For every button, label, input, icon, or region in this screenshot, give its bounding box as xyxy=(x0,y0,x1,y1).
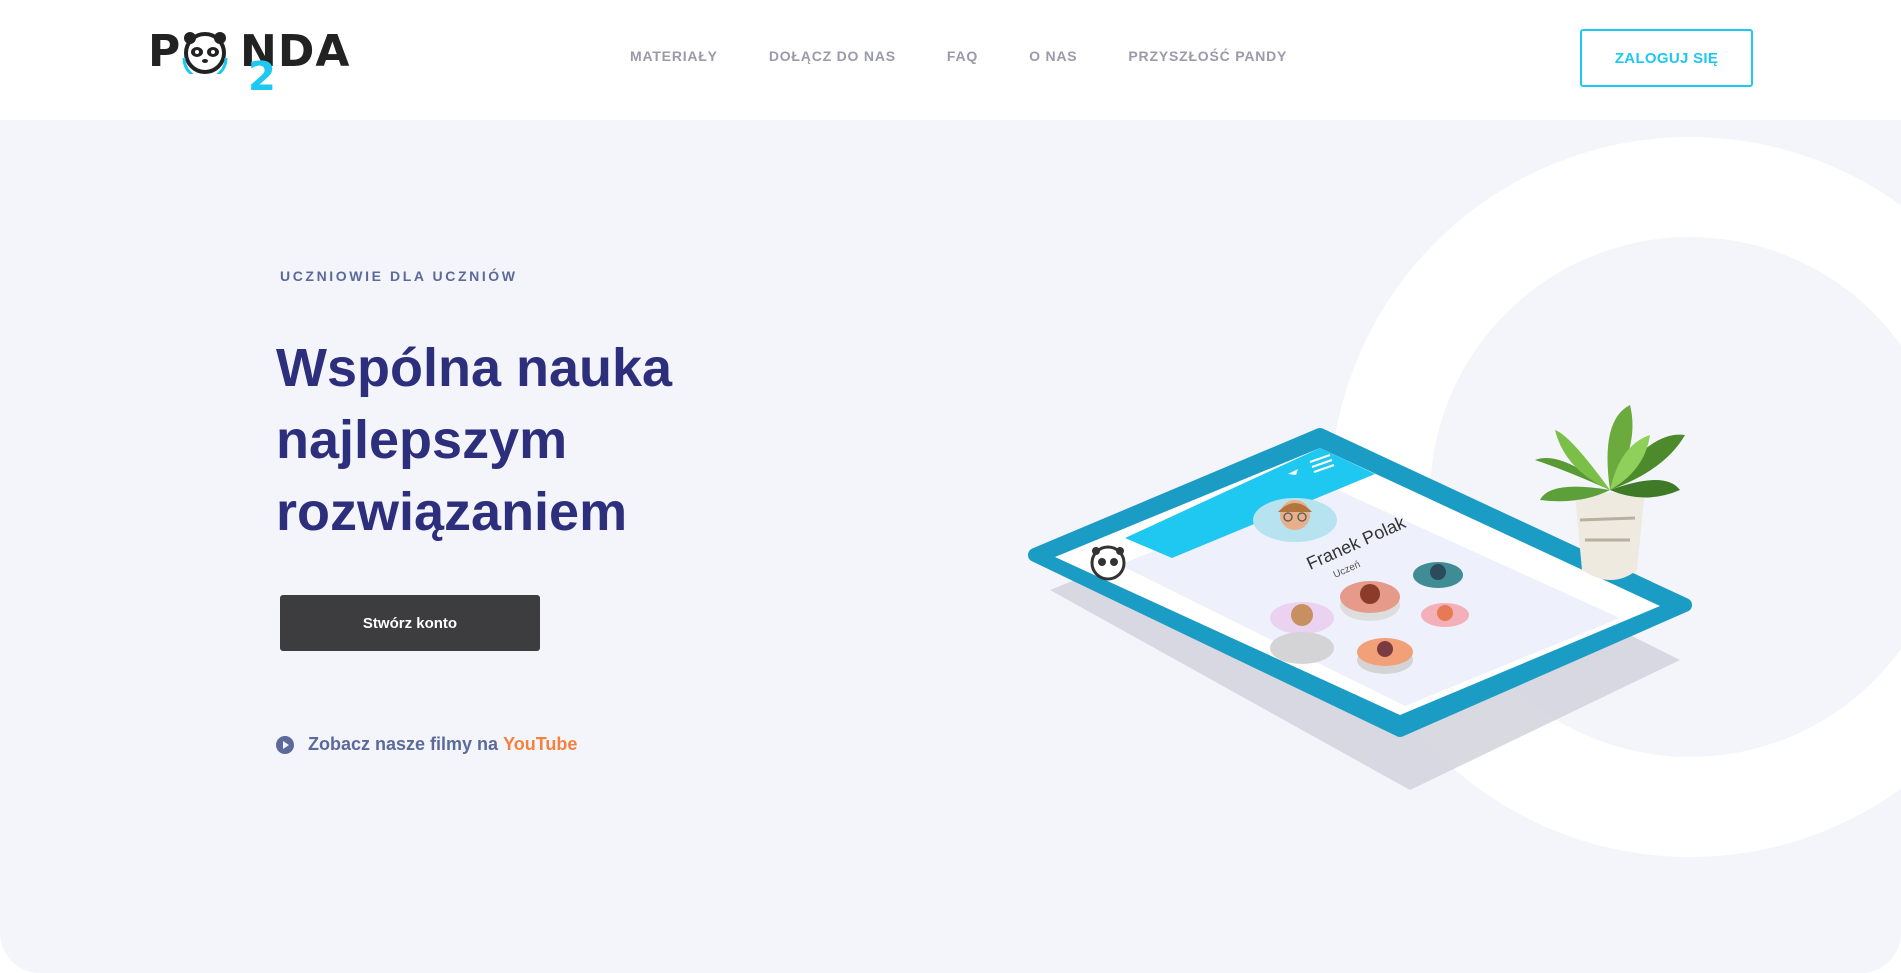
panda-icon xyxy=(182,32,228,74)
create-account-button[interactable]: Stwórz konto xyxy=(280,595,540,651)
nav-item-dolacz[interactable]: DOŁĄCZ DO NAS xyxy=(769,48,896,68)
nav-item-o-nas[interactable]: O NAS xyxy=(1029,48,1077,68)
play-circle-icon xyxy=(276,735,294,754)
headline-line-2: najlepszym xyxy=(276,410,568,470)
hero-eyebrow: UCZNIOWIE DLA UCZNIÓW xyxy=(280,268,518,284)
nav-item-przyszlosc[interactable]: PRZYSZŁOŚĆ PANDY xyxy=(1128,48,1287,68)
main-nav: MATERIAŁY DOŁĄCZ DO NAS FAQ O NAS PRZYSZ… xyxy=(630,48,1338,68)
logo-letter-p: P xyxy=(148,26,182,77)
hero-section: UCZNIOWIE DLA UCZNIÓW Wspólna nauka najl… xyxy=(0,120,1901,973)
nav-item-materialy[interactable]: MATERIAŁY xyxy=(630,48,718,68)
profile-avatar xyxy=(1253,498,1337,542)
panda-logo-icon xyxy=(1090,545,1126,581)
headline-line-1: Wspólna nauka xyxy=(276,338,673,398)
tablet-illustration: Franek Polak Uczeń xyxy=(1028,405,1692,790)
youtube-link[interactable]: Zobacz nasze filmy na YouTube xyxy=(276,734,577,755)
youtube-brand-text: YouTube xyxy=(503,734,578,754)
site-logo[interactable]: P NDA 2 xyxy=(148,24,349,101)
hero-headline: Wspólna nauka najlepszym rozwiązaniem xyxy=(276,332,796,548)
site-header: P NDA 2 MATERIAŁY DOŁĄCZ DO NAS FAQ O NA… xyxy=(0,0,1901,120)
logo-subscript: 2 xyxy=(248,54,276,100)
nav-item-faq[interactable]: FAQ xyxy=(947,48,978,68)
headline-line-3: rozwiązaniem xyxy=(276,482,628,542)
login-button[interactable]: ZALOGUJ SIĘ xyxy=(1580,29,1753,87)
video-link-text: Zobacz nasze filmy na xyxy=(308,734,499,754)
